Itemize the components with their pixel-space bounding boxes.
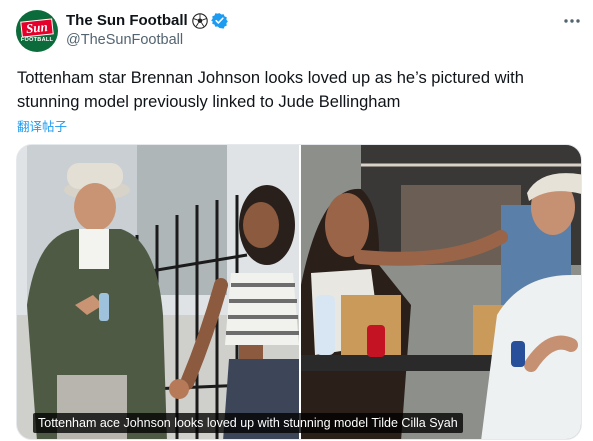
tweet-text: Tottenham star Brennan Johnson looks lov… [17,69,524,111]
author-row: The Sun Football [66,11,228,30]
more-icon[interactable] [562,12,582,30]
media-caption: Tottenham ace Johnson looks loved up wit… [33,413,463,433]
soccer-ball-icon [191,12,208,29]
photo-left [17,145,299,439]
avatar[interactable]: Sun FOOTBALL [16,10,58,52]
photo-right [301,145,581,439]
handle[interactable]: @TheSunFootball [66,32,183,48]
display-name[interactable]: The Sun Football [66,11,188,30]
tweet-media[interactable]: Tottenham ace Johnson looks loved up wit… [16,144,582,440]
avatar-brand: Sun [20,17,54,38]
media-divider [299,145,301,439]
avatar-subtitle: FOOTBALL [20,36,54,43]
translate-post-link[interactable]: 翻译帖子 [17,116,67,135]
verified-badge-icon[interactable] [210,12,228,29]
